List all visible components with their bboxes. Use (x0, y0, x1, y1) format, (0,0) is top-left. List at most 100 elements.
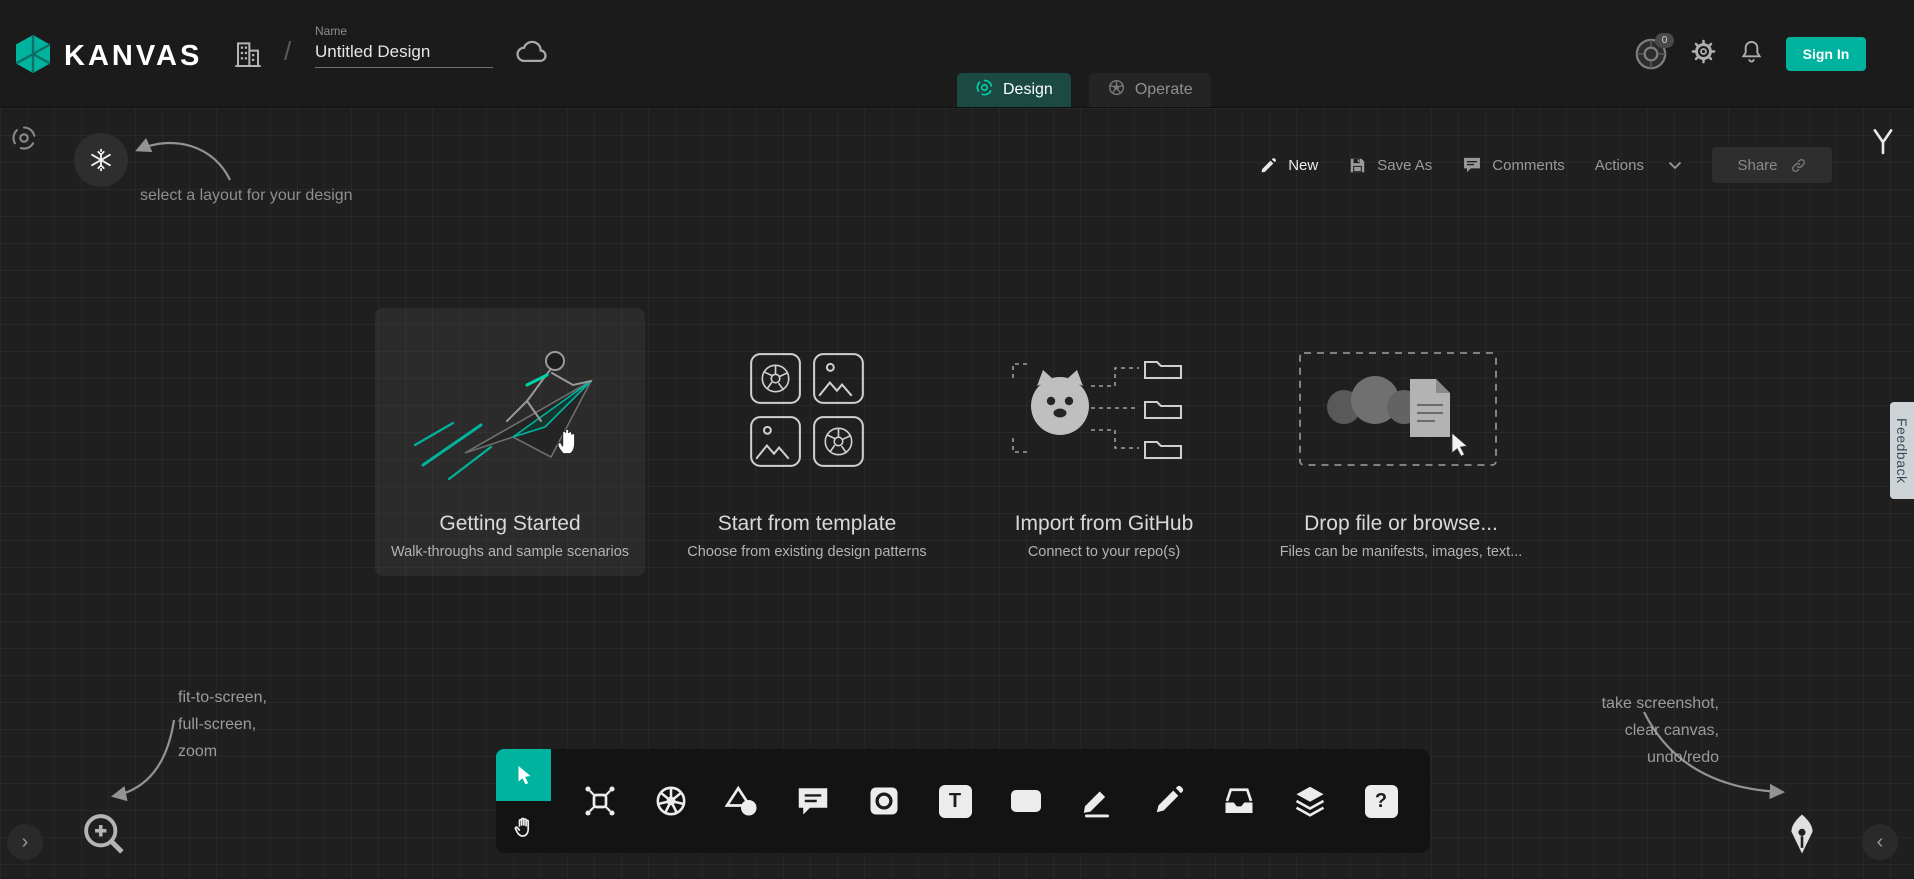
note-icon (1011, 790, 1041, 812)
collapse-right-panel-button[interactable]: ‹ (1862, 824, 1898, 860)
history-spinner-icon[interactable] (10, 124, 38, 157)
pen-nib-icon (1776, 808, 1828, 860)
cloud-sync-icon[interactable] (515, 38, 549, 69)
notifications-bell-icon[interactable] (1739, 38, 1764, 70)
zoom-in-icon (78, 808, 130, 860)
operate-tab-label: Operate (1135, 81, 1193, 99)
comment-tool-button[interactable] (794, 782, 832, 820)
starter-cards: Getting Started Walk-throughs and sample… (375, 308, 1536, 576)
card-subtitle: Connect to your repo(s) (1028, 544, 1180, 560)
card-getting-started[interactable]: Getting Started Walk-throughs and sample… (375, 308, 645, 576)
design-name-field: Name (315, 24, 495, 68)
operate-tab-icon (1107, 78, 1126, 102)
shapes-tool-button[interactable] (723, 782, 761, 820)
layout-hint-text: select a layout for your design (140, 187, 353, 205)
components-tool-button[interactable] (581, 782, 619, 820)
comment-icon (795, 783, 831, 819)
annotate-tool-button[interactable] (1078, 782, 1116, 820)
card-title: Import from GitHub (1015, 512, 1194, 536)
layers-tool-button[interactable] (1291, 782, 1329, 820)
kanvas-logo-icon (12, 33, 54, 80)
expand-left-panel-button[interactable]: › (7, 824, 43, 860)
design-canvas[interactable]: select a layout for your design New Save… (0, 107, 1914, 878)
getting-started-illustration (375, 308, 645, 512)
annotate-pen-icon (1079, 783, 1115, 819)
card-title: Drop file or browse... (1304, 512, 1498, 536)
bottom-left-hint: fit-to-screen, full-screen, zoom (178, 684, 267, 765)
feedback-tab[interactable]: Feedback (1890, 402, 1914, 499)
whiteboard-dock: T (496, 749, 1430, 853)
cursor-arrow-icon (512, 763, 536, 787)
draw-pencil-icon (1150, 783, 1186, 819)
share-button[interactable]: Share (1712, 147, 1832, 183)
actions-label: Actions (1595, 157, 1644, 174)
credits-icon[interactable]: 0 (1634, 37, 1668, 71)
meshery-tool-button[interactable] (865, 782, 903, 820)
comments-button[interactable]: Comments (1462, 155, 1565, 175)
drawer-tool-button[interactable] (1220, 782, 1258, 820)
card-title: Start from template (718, 512, 897, 536)
settings-gear-icon[interactable] (1690, 38, 1717, 70)
design-tab-label: Design (1003, 81, 1053, 99)
mode-tabs: Design Operate (957, 73, 1211, 107)
save-icon (1348, 156, 1367, 175)
card-drop-file[interactable]: Drop file or browse... Files can be mani… (1266, 308, 1536, 576)
drawer-icon (1221, 783, 1257, 819)
breadcrumb-separator: / (284, 36, 291, 67)
new-button[interactable]: New (1259, 156, 1318, 175)
pencil-icon (1259, 156, 1278, 175)
actions-dropdown[interactable]: Actions (1595, 157, 1682, 174)
share-label: Share (1737, 157, 1777, 174)
text-tool-button[interactable]: T (936, 782, 974, 820)
note-tool-button[interactable] (1007, 782, 1045, 820)
kubernetes-icon (653, 783, 689, 819)
draw-tool-button[interactable] (1149, 782, 1187, 820)
save-as-label: Save As (1377, 157, 1432, 174)
kubernetes-tool-button[interactable] (652, 782, 690, 820)
credits-badge: 0 (1655, 33, 1674, 48)
select-tool-button[interactable] (496, 749, 551, 801)
save-as-button[interactable]: Save As (1348, 156, 1432, 175)
card-subtitle: Choose from existing design patterns (687, 544, 926, 560)
card-title: Getting Started (439, 512, 580, 536)
template-illustration (672, 308, 942, 512)
snowflake-icon (88, 147, 114, 173)
card-import-from-github[interactable]: Import from GitHub Connect to your repo(… (969, 308, 1239, 576)
design-tab-icon (975, 78, 994, 102)
help-icon: ? (1365, 785, 1398, 818)
drop-file-illustration (1266, 308, 1536, 512)
bottom-right-hint: take screenshot, clear canvas, undo/redo (1602, 690, 1719, 771)
card-subtitle: Walk-throughs and sample scenarios (391, 544, 629, 560)
chevron-down-icon (1668, 157, 1682, 174)
kanvas-logo[interactable]: KANVAS (12, 33, 202, 80)
layout-snowflake-button[interactable] (74, 133, 128, 187)
shapes-icon (724, 783, 760, 819)
github-illustration (969, 308, 1239, 512)
card-start-from-template[interactable]: Start from template Choose from existing… (672, 308, 942, 576)
canvas-toolbar: New Save As Comments Actions (1259, 146, 1832, 184)
header-right-group: 0 (1634, 0, 1866, 107)
pen-mode-button[interactable] (1776, 808, 1828, 863)
organization-icon[interactable] (232, 37, 264, 76)
components-icon (582, 783, 618, 819)
tab-design[interactable]: Design (957, 73, 1071, 107)
comments-label: Comments (1492, 157, 1565, 174)
design-name-input[interactable] (315, 40, 493, 68)
meshery-icon (866, 783, 902, 819)
link-icon (1790, 157, 1807, 174)
app-header: KANVAS / Name (0, 0, 1914, 107)
card-subtitle: Files can be manifests, images, text... (1280, 544, 1523, 560)
logo-text: KANVAS (64, 40, 202, 73)
sign-in-button[interactable]: Sign In (1786, 37, 1866, 71)
hand-cursor-icon (552, 424, 586, 463)
tab-operate[interactable]: Operate (1089, 73, 1211, 107)
yaml-view-icon[interactable] (1868, 126, 1898, 161)
hand-icon (512, 815, 536, 839)
help-tool-button[interactable]: ? (1362, 782, 1400, 820)
pan-tool-button[interactable] (496, 801, 551, 853)
text-tool-icon: T (939, 785, 972, 818)
design-name-label: Name (315, 24, 495, 38)
zoom-button[interactable] (78, 808, 130, 863)
dock-toolbar: T (551, 749, 1430, 853)
comments-icon (1462, 155, 1482, 175)
